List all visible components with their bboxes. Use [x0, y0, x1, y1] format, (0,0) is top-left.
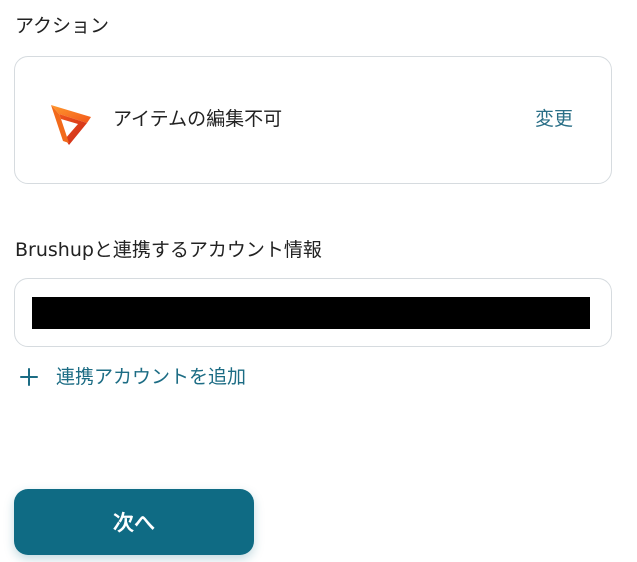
next-button[interactable]: 次へ: [14, 489, 254, 555]
action-card: アイテムの編集不可 変更: [14, 56, 612, 184]
add-account-label: 連携アカウントを追加: [56, 366, 247, 388]
brushup-logo-icon: [51, 105, 91, 145]
add-account-link[interactable]: 連携アカウントを追加: [18, 364, 246, 390]
action-section-label: アクション: [15, 15, 110, 37]
action-settings-page: アクション アイテムの編集不可 変更 Brushupと連携するアカウント情報 連…: [0, 0, 637, 562]
account-select[interactable]: [14, 278, 612, 347]
change-action-link[interactable]: 変更: [535, 106, 573, 132]
redacted-account-value: [32, 297, 590, 329]
plus-icon: [18, 366, 40, 388]
action-name: アイテムの編集不可: [113, 108, 283, 130]
account-section-label: Brushupと連携するアカウント情報: [15, 239, 322, 261]
